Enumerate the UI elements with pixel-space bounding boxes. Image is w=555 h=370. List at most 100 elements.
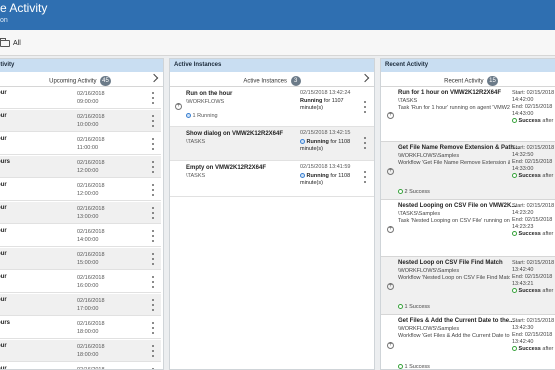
upcoming-time: 18:00:00 — [77, 352, 99, 358]
upcoming-date: 02/16/2018 — [77, 137, 105, 143]
active-list: Run on the hour \WORKFLOWS + 1 Running 02/1… — [170, 87, 374, 369]
upcoming-row[interactable]: our 02/16/2018 12:00:00 — [0, 179, 161, 201]
upcoming-name: our — [0, 205, 7, 211]
activity-description: Workflow 'Get Files & Add the Current Da… — [398, 333, 510, 339]
recent-activity-row[interactable]: Get File Name Remove Extension & Path...… — [381, 142, 555, 200]
activity-end: End: 02/15/2018 — [512, 274, 553, 280]
upcoming-datetime: 02/16/2018 16:00:00 — [77, 274, 105, 290]
more-options-icon[interactable] — [152, 115, 155, 127]
expand-plus-icon[interactable]: + — [387, 226, 394, 233]
upcoming-name: our — [0, 297, 7, 303]
more-options-icon[interactable] — [364, 171, 367, 183]
upcoming-time: 17:00:00 — [77, 306, 99, 312]
expand-plus-icon[interactable]: + — [387, 342, 394, 349]
activity-start-time: 14:42:00 — [512, 97, 534, 103]
more-options-icon[interactable] — [152, 345, 155, 357]
recent-activity-row[interactable]: Run for 1 hour on VMW2K12R2X64F \TASKS Tas… — [381, 87, 555, 142]
upcoming-time: 14:00:00 — [77, 237, 99, 243]
recent-activity-row[interactable]: Get Files & Add the Current Date to the.… — [381, 315, 555, 369]
more-options-icon[interactable] — [152, 230, 155, 242]
upcoming-row[interactable]: ours 02/16/2018 12:00:00 — [0, 156, 161, 178]
expand-plus-icon[interactable]: + — [387, 112, 394, 119]
success-count: 2 Success — [398, 189, 430, 195]
activity-description: Task 'Nested Looping on CSV File' runnin… — [398, 218, 510, 224]
upcoming-datetime: 02/16/2018 15:00:00 — [77, 251, 105, 267]
success-count: 1 Success — [398, 364, 430, 369]
chevron-right-icon[interactable] — [149, 73, 159, 83]
recent-list: Run for 1 hour on VMW2K12R2X64F \TASKS Tas… — [381, 87, 555, 369]
upcoming-row[interactable]: our 02/16/2018 — [0, 363, 161, 369]
upcoming-sub-label: Upcoming Activity — [49, 78, 97, 85]
upcoming-time: 12:00:00 — [77, 168, 99, 174]
status-running: Running — [305, 139, 329, 145]
result-duration: after 1 minute(s) — [542, 288, 555, 294]
recent-activity-row[interactable]: Nested Loop on CSV File Find Match \WORKF… — [381, 257, 555, 315]
upcoming-row[interactable]: ours 02/16/2018 18:00:00 — [0, 317, 161, 339]
upcoming-time: 13:00:00 — [77, 214, 99, 220]
activity-result: Success after 1 minute(s) — [512, 231, 555, 238]
active-instance-row[interactable]: Empty on VMW2K12R2X64F \TASKS 02/15/2018 1… — [170, 161, 374, 197]
recent-sub-label: Recent Activity — [444, 78, 484, 85]
toolbar: All — [0, 30, 555, 56]
instance-name: Show dialog on VMW2K12R2X64F — [186, 131, 284, 137]
expand-plus-icon[interactable]: + — [175, 103, 182, 110]
more-options-icon[interactable] — [152, 276, 155, 288]
activity-result: Success after 1 minute(s) — [512, 288, 555, 295]
chevron-right-icon[interactable] — [360, 73, 370, 83]
upcoming-date: 02/16/2018 — [77, 298, 105, 304]
upcoming-row[interactable]: our 02/16/2018 18:00:00 — [0, 340, 161, 362]
activity-start-time: 13:42:40 — [512, 267, 534, 273]
result-duration: after 1 minute(s) — [542, 118, 555, 124]
result-duration: after 1 minute(s) — [542, 173, 555, 179]
activity-result: Success after 1 minute(s) — [512, 173, 555, 180]
upcoming-row[interactable]: our 02/16/2018 17:00:00 — [0, 294, 161, 316]
activity-times: Start: 02/15/2018 14:23:20 End: 02/15/2018… — [512, 203, 554, 231]
upcoming-row[interactable]: our 02/16/2018 13:00:00 — [0, 202, 161, 224]
upcoming-datetime: 02/16/2018 14:00:00 — [77, 228, 105, 244]
more-options-icon[interactable] — [364, 137, 367, 149]
upcoming-row[interactable]: our 02/16/2018 11:00:00 — [0, 133, 161, 155]
upcoming-datetime: 02/16/2018 12:00:00 — [77, 182, 105, 198]
upcoming-row[interactable]: our 02/16/2018 16:00:00 — [0, 271, 161, 293]
upcoming-datetime: 02/16/2018 13:00:00 — [77, 205, 105, 221]
more-options-icon[interactable] — [152, 207, 155, 219]
more-options-icon[interactable] — [152, 322, 155, 334]
active-panel-header: Active Instances — [170, 59, 374, 72]
active-instance-row[interactable]: Show dialog on VMW2K12R2X64F \TASKS 02/15/… — [170, 127, 374, 161]
upcoming-name: our — [0, 251, 7, 257]
app-header: e Activity on — [0, 0, 555, 30]
expand-plus-icon[interactable]: + — [387, 283, 394, 290]
more-options-icon[interactable] — [152, 299, 155, 311]
upcoming-time: 16:00:00 — [77, 283, 99, 289]
upcoming-row[interactable]: our 02/16/2018 10:00:00 — [0, 110, 161, 132]
recent-activity-row[interactable]: Nested Looping on CSV File on VMW2K... \T… — [381, 200, 555, 257]
activity-path: \TASKS\Samples — [398, 211, 441, 217]
more-options-icon[interactable] — [152, 138, 155, 150]
expand-plus-icon[interactable]: + — [387, 168, 394, 175]
upcoming-name: our — [0, 136, 7, 142]
more-options-icon[interactable] — [364, 101, 367, 113]
upcoming-row[interactable]: our 02/16/2018 14:00:00 — [0, 225, 161, 247]
more-options-icon[interactable] — [152, 184, 155, 196]
upcoming-time: 12:00:00 — [77, 191, 99, 197]
upcoming-row[interactable]: our 02/16/2018 09:00:00 — [0, 87, 161, 109]
active-subheader: Active Instances 3 — [170, 72, 374, 87]
more-options-icon[interactable] — [152, 253, 155, 265]
activity-name: Nested Looping on CSV File on VMW2K... — [398, 203, 517, 209]
active-instance-row[interactable]: Run on the hour \WORKFLOWS + 1 Running 02/1… — [170, 87, 374, 127]
upcoming-subheader: Upcoming Activity 45 — [0, 72, 163, 87]
upcoming-date: 02/16/2018 — [77, 252, 105, 258]
upcoming-date: 02/16/2018 — [77, 160, 105, 166]
instance-path: \TASKS — [186, 173, 206, 179]
folder-filter-button[interactable]: All — [0, 36, 21, 50]
page-subtitle: on — [0, 17, 8, 24]
activity-end: End: 02/15/2018 — [512, 217, 553, 223]
recent-subheader: Recent Activity 15 — [381, 72, 555, 87]
activity-result: Success after 1 minute(s) — [512, 346, 555, 353]
more-options-icon[interactable] — [152, 92, 155, 104]
more-options-icon[interactable] — [152, 161, 155, 173]
activity-start-time: 14:32:50 — [512, 152, 534, 158]
upcoming-name: ours — [0, 159, 11, 165]
upcoming-name: our — [0, 343, 7, 349]
upcoming-row[interactable]: our 02/16/2018 15:00:00 — [0, 248, 161, 270]
